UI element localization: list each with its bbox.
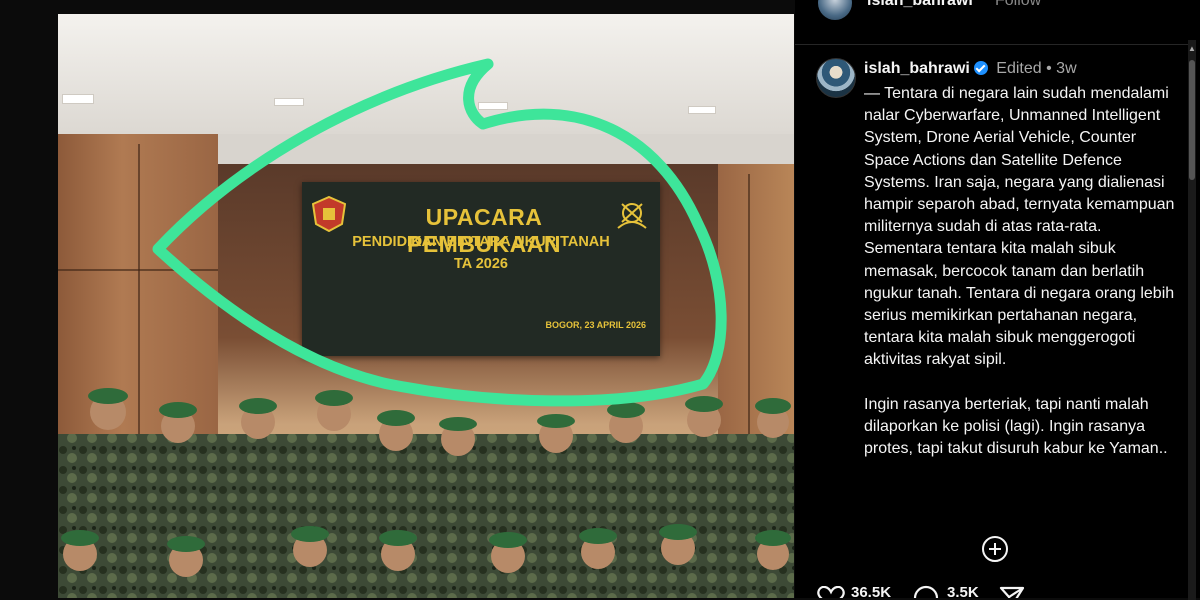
meta-separator: • [1046,60,1052,77]
avatar[interactable] [818,0,852,20]
likes-count[interactable]: 36.5K [851,584,891,598]
scroll-up-icon[interactable]: ▲ [1187,44,1197,53]
follow-button[interactable]: Follow [995,0,1041,10]
avatar[interactable] [816,58,856,98]
share-icon[interactable] [999,585,1025,598]
header-divider [795,44,1188,45]
highlight-scribble [152,58,727,407]
post-image[interactable]: UPACARA PEMBUKAAN PENDIDIKAN BINTARA UKU… [58,14,794,598]
comment-timestamp[interactable]: 3w [1056,60,1076,77]
post-caption: — Tentara di negara lain sudah mendalami… [864,85,1175,458]
action-bar: 36.5K 3.5K [815,582,1175,598]
verified-badge-icon [973,61,988,75]
header-username[interactable]: islah_bahrawi [867,0,973,10]
comment-meta: islah_bahrawi Edited • 3w [864,60,1077,78]
comment-icon[interactable] [913,585,939,598]
comments-count[interactable]: 3.5K [947,584,979,598]
heart-icon[interactable] [817,586,845,598]
load-more-comments-icon[interactable] [982,536,1008,562]
comment-username[interactable]: islah_bahrawi [864,60,970,77]
post-header: islah_bahrawi Follow [815,0,1175,22]
edited-label: Edited [996,60,1042,77]
scrollbar-thumb[interactable] [1189,60,1195,180]
